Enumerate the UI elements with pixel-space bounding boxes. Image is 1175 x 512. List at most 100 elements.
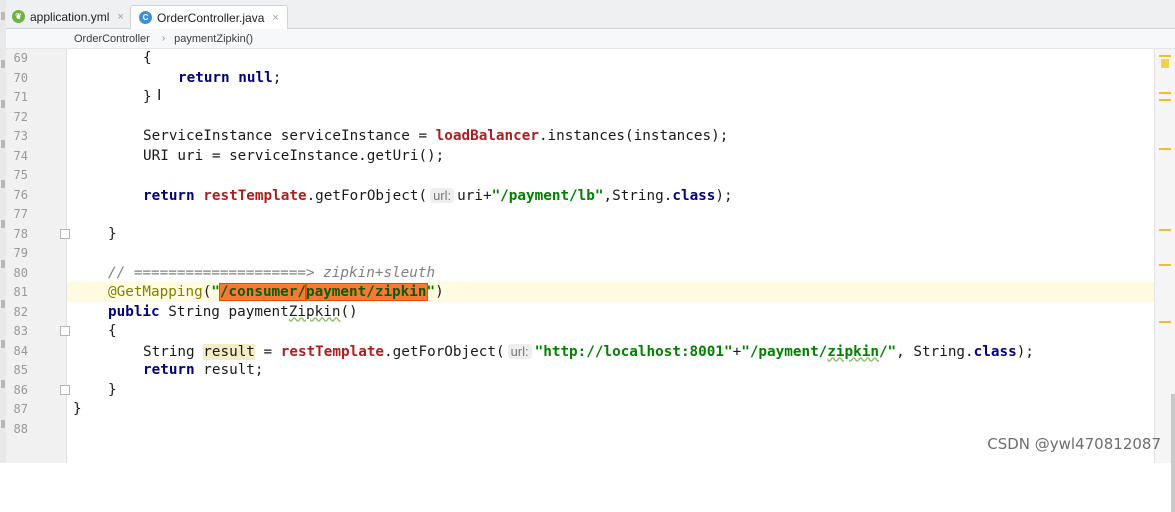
code-text: ServiceInstance serviceInstance = — [143, 128, 436, 144]
string-literal: "/payment/ — [741, 343, 828, 360]
code-text: { — [108, 323, 117, 339]
code-line: // ====================> zipkin+sleuth — [108, 264, 435, 284]
tool-window-marker[interactable] — [1, 220, 5, 228]
code-line: return restTemplate.getForObject(url: uri… — [143, 186, 733, 206]
code-line: public String paymentZipkin() — [108, 303, 358, 323]
keyword: class — [672, 187, 716, 204]
code-line: { — [143, 49, 152, 69]
warning-marker[interactable] — [1159, 229, 1171, 231]
tool-window-marker[interactable] — [1, 60, 5, 68]
warning-marker[interactable] — [1161, 59, 1169, 68]
tool-window-marker[interactable] — [1, 100, 5, 108]
field-ref: restTemplate — [280, 343, 385, 360]
tool-window-marker[interactable] — [1, 180, 5, 188]
text-cursor-icon: I — [157, 86, 162, 104]
code-text: .getForObject( — [384, 343, 505, 360]
line-number: 85 — [13, 363, 28, 377]
code-text: ); — [715, 187, 733, 204]
string-literal: " — [211, 284, 220, 300]
keyword: public — [108, 303, 160, 320]
line-number: 81 — [13, 285, 28, 299]
breadcrumb: OrderController › paymentZipkin() — [6, 29, 1175, 49]
breadcrumb-class[interactable]: OrderController — [74, 33, 150, 45]
line-number: 77 — [13, 207, 28, 221]
line-number: 79 — [13, 246, 28, 260]
tool-window-marker[interactable] — [1, 340, 5, 348]
string-literal: "http://localhost:8001" — [534, 343, 733, 360]
field-ref: loadBalancer — [435, 128, 539, 144]
code-text: { — [143, 50, 152, 66]
parameter-hint: url: — [430, 187, 455, 203]
code-text: ) — [435, 284, 444, 300]
variable-highlight: result — [203, 343, 255, 360]
code-text: () — [340, 303, 358, 320]
line-number-gutter[interactable]: 69 70 71 72 73 74 75 76 77 78 79 80 81 8… — [6, 49, 70, 463]
code-text: } — [108, 381, 117, 398]
line-number: 87 — [13, 402, 28, 416]
tab-order-controller[interactable]: C OrderController.java × — [130, 5, 288, 29]
code-text: } — [73, 401, 82, 417]
code-text: = — [254, 343, 281, 360]
parameter-hint: url: — [507, 343, 532, 359]
line-number: 80 — [13, 265, 28, 280]
keyword: class — [973, 343, 1017, 360]
keyword: null — [238, 69, 273, 86]
code-text: ; — [272, 69, 282, 86]
code-line: return null; — [178, 69, 281, 89]
line-number: 86 — [13, 382, 28, 397]
code-text: String — [143, 343, 204, 360]
line-number: 76 — [13, 187, 28, 202]
code-text: uri+ — [457, 187, 492, 204]
error-stripe[interactable] — [1154, 49, 1175, 512]
tab-label: application.yml — [30, 9, 110, 24]
tab-application-yml[interactable]: ❦ application.yml × — [12, 5, 124, 28]
tool-window-marker[interactable] — [1, 12, 5, 20]
keyword: return — [178, 69, 230, 86]
annotation: @GetMapping — [108, 284, 203, 300]
warning-marker[interactable] — [1159, 148, 1171, 150]
line-number: 72 — [13, 109, 28, 124]
line-number: 69 — [13, 51, 28, 65]
scrollbar-thumb[interactable] — [1171, 394, 1175, 512]
tool-window-marker[interactable] — [1, 420, 5, 428]
line-number: 75 — [13, 168, 28, 182]
code-text: ,String. — [603, 187, 673, 204]
class-icon: C — [139, 11, 152, 24]
code-text: .instances(instances); — [538, 128, 729, 144]
breadcrumb-separator: › — [161, 33, 166, 44]
close-icon[interactable]: × — [117, 11, 123, 23]
code-text: ); — [1016, 343, 1034, 360]
tool-window-marker[interactable] — [1, 300, 5, 308]
tool-window-marker[interactable] — [1, 380, 5, 388]
warning-marker[interactable] — [1159, 55, 1171, 57]
line-number: 82 — [13, 304, 28, 319]
code-text: + — [732, 343, 742, 360]
code-line: { — [108, 322, 117, 342]
tool-window-marker[interactable] — [1, 140, 5, 148]
close-icon[interactable]: × — [272, 12, 278, 24]
tab-label: OrderController.java — [157, 10, 265, 25]
code-line: } — [108, 225, 117, 245]
tool-window-marker[interactable] — [1, 260, 5, 268]
leaf-icon: ❦ — [12, 10, 25, 23]
code-text: } — [108, 225, 117, 242]
code-text: } — [143, 89, 152, 105]
code-line: return result; — [143, 361, 264, 381]
code-editor[interactable]: { return null; } ServiceInstance service… — [67, 49, 1155, 463]
warning-marker[interactable] — [1159, 321, 1171, 323]
string-literal: /" — [878, 343, 897, 360]
code-line: } — [108, 381, 117, 401]
line-number: 88 — [13, 421, 28, 436]
breadcrumb-method[interactable]: paymentZipkin() — [174, 33, 253, 45]
string-literal: " — [426, 284, 436, 300]
warning-marker[interactable] — [1159, 92, 1171, 94]
line-number: 71 — [13, 90, 28, 104]
warning-marker[interactable] — [1159, 99, 1171, 101]
line-number: 74 — [13, 148, 28, 163]
typo-underline: Zipkin — [288, 303, 341, 320]
code-text: ( — [202, 284, 212, 300]
search-match: /consumer/ — [218, 283, 307, 301]
code-line: } — [73, 400, 82, 420]
warning-marker[interactable] — [1159, 264, 1171, 266]
comment: // ====================> zipkin+sleuth — [108, 264, 436, 281]
